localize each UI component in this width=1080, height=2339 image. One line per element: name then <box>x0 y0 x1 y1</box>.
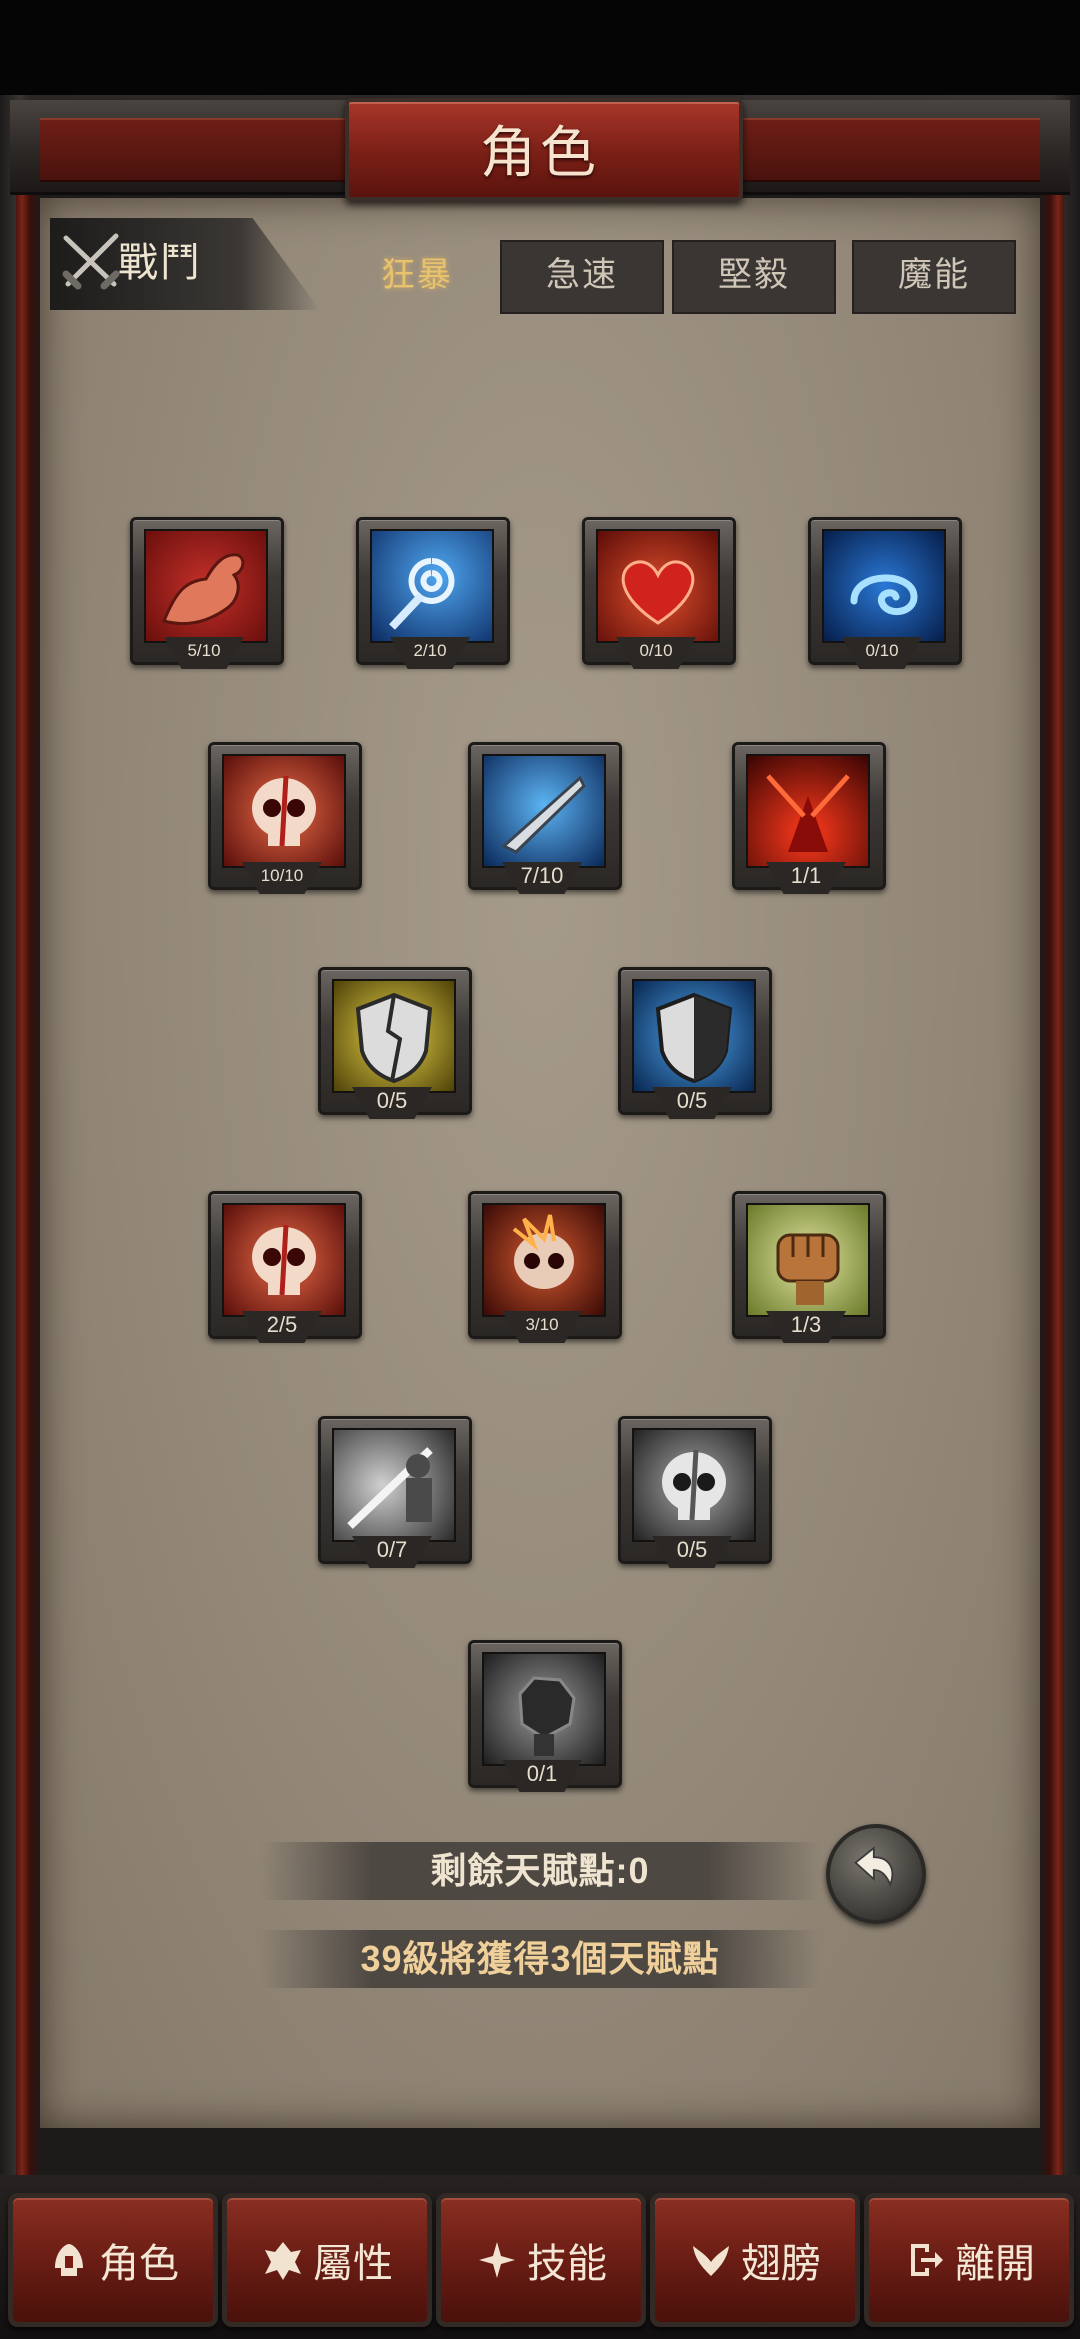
muscle-arm-icon <box>144 529 268 643</box>
exit-icon <box>911 2244 943 2276</box>
talent-node[interactable]: 0/10 <box>808 517 962 687</box>
talent-node[interactable]: 2/5 <box>208 1191 362 1361</box>
gold-cracked-shield-icon <box>332 979 456 1093</box>
red-demon-icon <box>746 754 870 868</box>
red-skull-icon <box>222 1203 346 1317</box>
nav-character-button[interactable]: 角色 <box>8 2193 218 2327</box>
nav-exit-label: 離開 <box>955 2242 1035 2286</box>
talent-node[interactable]: 1/3 <box>732 1191 886 1361</box>
tab-magic[interactable]: 魔能 <box>852 240 1016 314</box>
nav-attributes-label: 屬性 <box>313 2242 393 2286</box>
skill-emblem-icon <box>479 2242 515 2278</box>
helmet-icon <box>55 2244 83 2276</box>
gray-skull-icon <box>632 1428 756 1542</box>
wings-icon <box>693 2246 729 2276</box>
fist-icon <box>746 1203 870 1317</box>
remaining-points: 剩餘天賦點:0 <box>260 1842 820 1900</box>
undo-button[interactable] <box>826 1824 926 1924</box>
burning-skull-icon <box>482 1203 606 1317</box>
talent-node[interactable]: 0/5 <box>318 967 472 1137</box>
red-heart-icon <box>596 529 720 643</box>
category-label: 戰鬥 <box>118 241 202 285</box>
next-reward-info: 39級將獲得3個天賦點 <box>260 1930 820 1988</box>
tab-fortitude[interactable]: 堅毅 <box>672 240 836 314</box>
talent-node[interactable]: 3/10 <box>468 1191 622 1361</box>
gray-fist-icon <box>482 1652 606 1766</box>
bleeding-skull-icon <box>222 754 346 868</box>
crossed-swords-icon <box>62 233 120 290</box>
ice-blade-icon <box>482 754 606 868</box>
ice-spiral-spear-icon <box>370 529 494 643</box>
talent-node[interactable]: 2/10 <box>356 517 510 687</box>
nav-skills-label: 技能 <box>527 2242 607 2286</box>
blue-swirl-icon <box>822 529 946 643</box>
gray-sword-strike-icon <box>332 1428 456 1542</box>
nav-wings-label: 翅膀 <box>741 2242 821 2286</box>
window-title: 角色 <box>480 121 600 184</box>
talent-node[interactable]: 1/1 <box>732 742 886 912</box>
nav-wings-button[interactable]: 翅膀 <box>650 2193 860 2327</box>
talent-node[interactable]: 0/10 <box>582 517 736 687</box>
nav-skills-button[interactable]: 技能 <box>436 2193 646 2327</box>
nav-attributes-button[interactable]: 屬性 <box>222 2193 432 2327</box>
nav-exit-button[interactable]: 離開 <box>864 2193 1074 2327</box>
talent-node[interactable]: 0/1 <box>468 1640 622 1810</box>
talent-node[interactable]: 0/5 <box>618 1416 772 1586</box>
undo-arrow-icon <box>854 1846 894 1888</box>
talent-node[interactable]: 10/10 <box>208 742 362 912</box>
tab-haste[interactable]: 急速 <box>500 240 664 314</box>
attribute-emblem-icon <box>265 2242 301 2280</box>
talent-node[interactable]: 5/10 <box>130 517 284 687</box>
talent-node[interactable]: 0/7 <box>318 1416 472 1586</box>
nav-character-label: 角色 <box>99 2242 179 2286</box>
talent-node[interactable]: 7/10 <box>468 742 622 912</box>
talent-node[interactable]: 0/5 <box>618 967 772 1137</box>
blue-split-shield-icon <box>632 979 756 1093</box>
tab-berserk[interactable]: 狂暴 <box>335 240 499 314</box>
